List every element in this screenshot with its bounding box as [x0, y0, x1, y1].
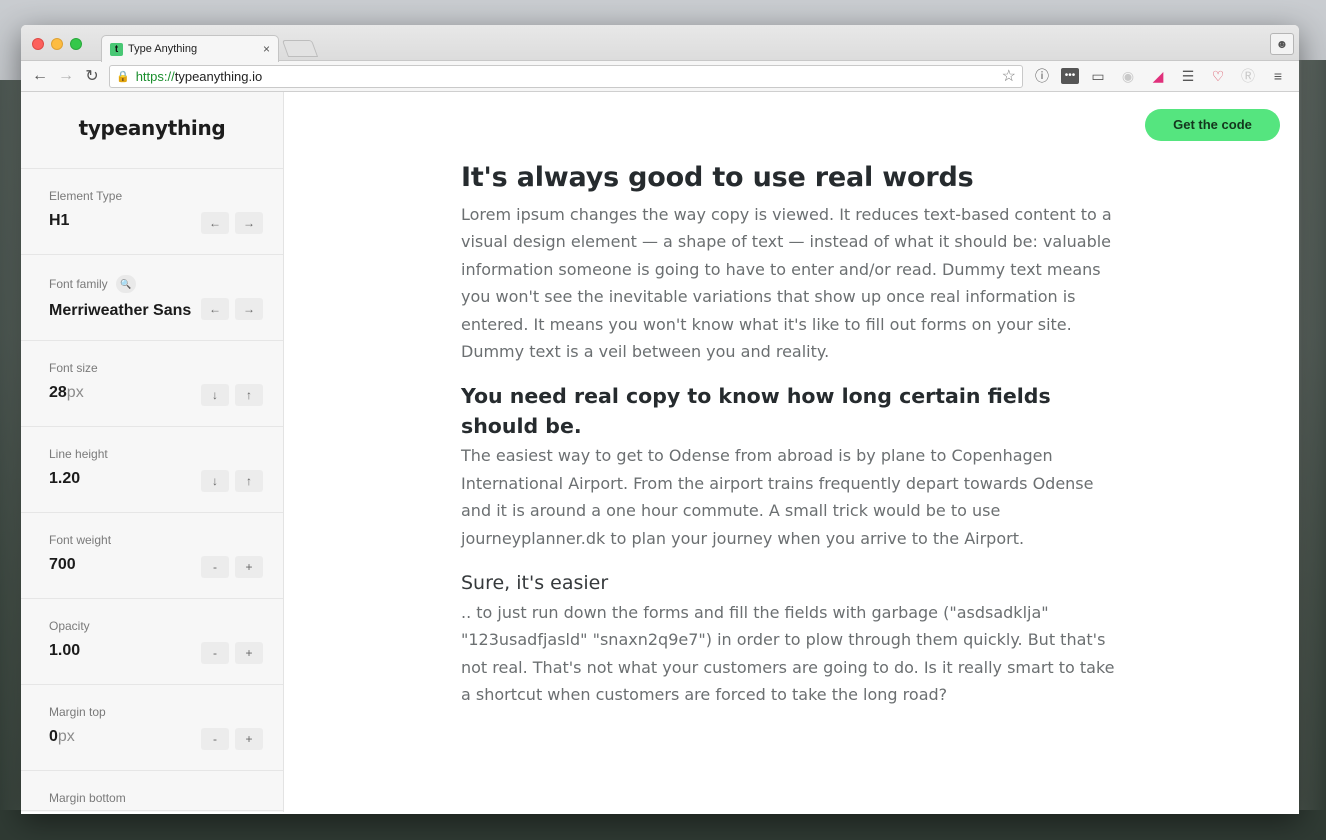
decrease-button[interactable]: - [201, 556, 229, 578]
previous-button[interactable]: ← [201, 212, 229, 234]
bookmark-star-icon[interactable]: ☆ [1002, 66, 1016, 86]
increase-button[interactable]: ↑ [235, 384, 263, 406]
lock-icon: 🔒 [116, 70, 130, 83]
forward-arrow-icon[interactable]: → [53, 67, 79, 85]
control-font-family: Font family 🔍 Merriweather Sans ← → [21, 255, 283, 341]
address-bar[interactable]: 🔒 https:// typeanything.io ☆ [109, 64, 1023, 88]
control-label: Opacity [49, 619, 90, 633]
extensions-bar: ⓘ ••• ▭ ◉ ◢ ☰ ♡ Ⓡ ≡ [1031, 66, 1289, 86]
control-label: Font family 🔍 [49, 275, 255, 293]
profile-icon[interactable]: ☻ [1270, 33, 1294, 55]
control-label: Margin bottom [49, 791, 126, 805]
url-host: typeanything.io [174, 68, 263, 84]
control-label: Line height [49, 447, 108, 461]
increase-button[interactable]: ↑ [235, 470, 263, 492]
font-search-icon[interactable]: 🔍 [115, 275, 136, 293]
browser-tab[interactable]: t Type Anything × [101, 35, 279, 62]
site-logo[interactable]: typeanything [21, 92, 283, 169]
decrease-button[interactable]: - [201, 728, 229, 750]
url-scheme: https:// [135, 68, 175, 84]
decrease-button[interactable]: ↓ [201, 470, 229, 492]
maximize-window-button[interactable] [70, 38, 82, 50]
control-label: Font weight [49, 533, 112, 547]
decrease-button[interactable]: ↓ [201, 384, 229, 406]
preview-heading-h1[interactable]: It's always good to use real words [461, 160, 1126, 196]
tab-close-icon[interactable]: × [263, 42, 270, 56]
preview-paragraph[interactable]: The easiest way to get to Odense from ab… [461, 442, 1126, 552]
preview-paragraph[interactable]: .. to just run down the forms and fill t… [461, 599, 1126, 709]
chart-extension-icon[interactable]: ◢ [1147, 66, 1169, 86]
browser-window: t Type Anything × ☻ ← → ↻ 🔒 https:// typ… [21, 25, 1299, 814]
reload-icon[interactable]: ↻ [79, 66, 105, 86]
previous-button[interactable]: ← [201, 298, 229, 320]
control-line-height: Line height 1.20 ↓ ↑ [21, 427, 283, 513]
camera-extension-icon[interactable]: ◉ [1117, 66, 1139, 86]
browser-toolbar: ← → ↻ 🔒 https:// typeanything.io ☆ ⓘ •••… [21, 61, 1299, 92]
control-element-type: Element Type H1 ← → [21, 169, 283, 255]
buffer-extension-icon[interactable]: ☰ [1177, 66, 1199, 86]
preview-area: Get the code It's always good to use rea… [284, 92, 1299, 812]
sidebar: typeanything Element Type H1 ← → Font fa… [21, 92, 284, 812]
control-margin-bottom: Margin bottom [21, 771, 283, 811]
increase-button[interactable]: + [235, 556, 263, 578]
preview-article: It's always good to use real words Lorem… [461, 160, 1126, 709]
skype-extension-icon[interactable]: Ⓡ [1237, 66, 1259, 86]
preview-heading-h3[interactable]: Sure, it's easier [461, 568, 1126, 598]
back-arrow-icon[interactable]: ← [27, 67, 53, 85]
info-extension-icon[interactable]: ⓘ [1031, 66, 1053, 86]
next-button[interactable]: → [235, 212, 263, 234]
increase-button[interactable]: + [235, 642, 263, 664]
password-extension-icon[interactable]: ••• [1061, 68, 1079, 84]
control-label: Element Type [49, 189, 123, 203]
preview-heading-h2[interactable]: You need real copy to know how long cert… [461, 381, 1126, 441]
control-font-weight: Font weight 700 - + [21, 513, 283, 599]
preview-paragraph[interactable]: Lorem ipsum changes the way copy is view… [461, 201, 1126, 365]
control-label: Margin top [49, 705, 106, 719]
decrease-button[interactable]: - [201, 642, 229, 664]
get-code-button[interactable]: Get the code [1145, 109, 1280, 141]
window-controls [32, 38, 82, 50]
cast-icon[interactable]: ▭ [1087, 66, 1109, 86]
control-margin-top: Margin top 0px - + [21, 685, 283, 771]
tab-title: Type Anything [128, 43, 198, 55]
next-button[interactable]: → [235, 298, 263, 320]
hamburger-menu-icon[interactable]: ≡ [1267, 66, 1289, 86]
pocket-extension-icon[interactable]: ♡ [1207, 66, 1229, 86]
favicon-icon: t [110, 42, 123, 56]
page-content: typeanything Element Type H1 ← → Font fa… [21, 92, 1299, 812]
control-label: Font size [49, 361, 98, 375]
close-window-button[interactable] [32, 38, 44, 50]
increase-button[interactable]: + [235, 728, 263, 750]
tab-strip: t Type Anything × ☻ [21, 25, 1299, 62]
control-font-size: Font size 28px ↓ ↑ [21, 341, 283, 427]
background-ground [0, 810, 1326, 840]
new-tab-button[interactable] [281, 40, 319, 57]
control-opacity: Opacity 1.00 - + [21, 599, 283, 685]
minimize-window-button[interactable] [51, 38, 63, 50]
